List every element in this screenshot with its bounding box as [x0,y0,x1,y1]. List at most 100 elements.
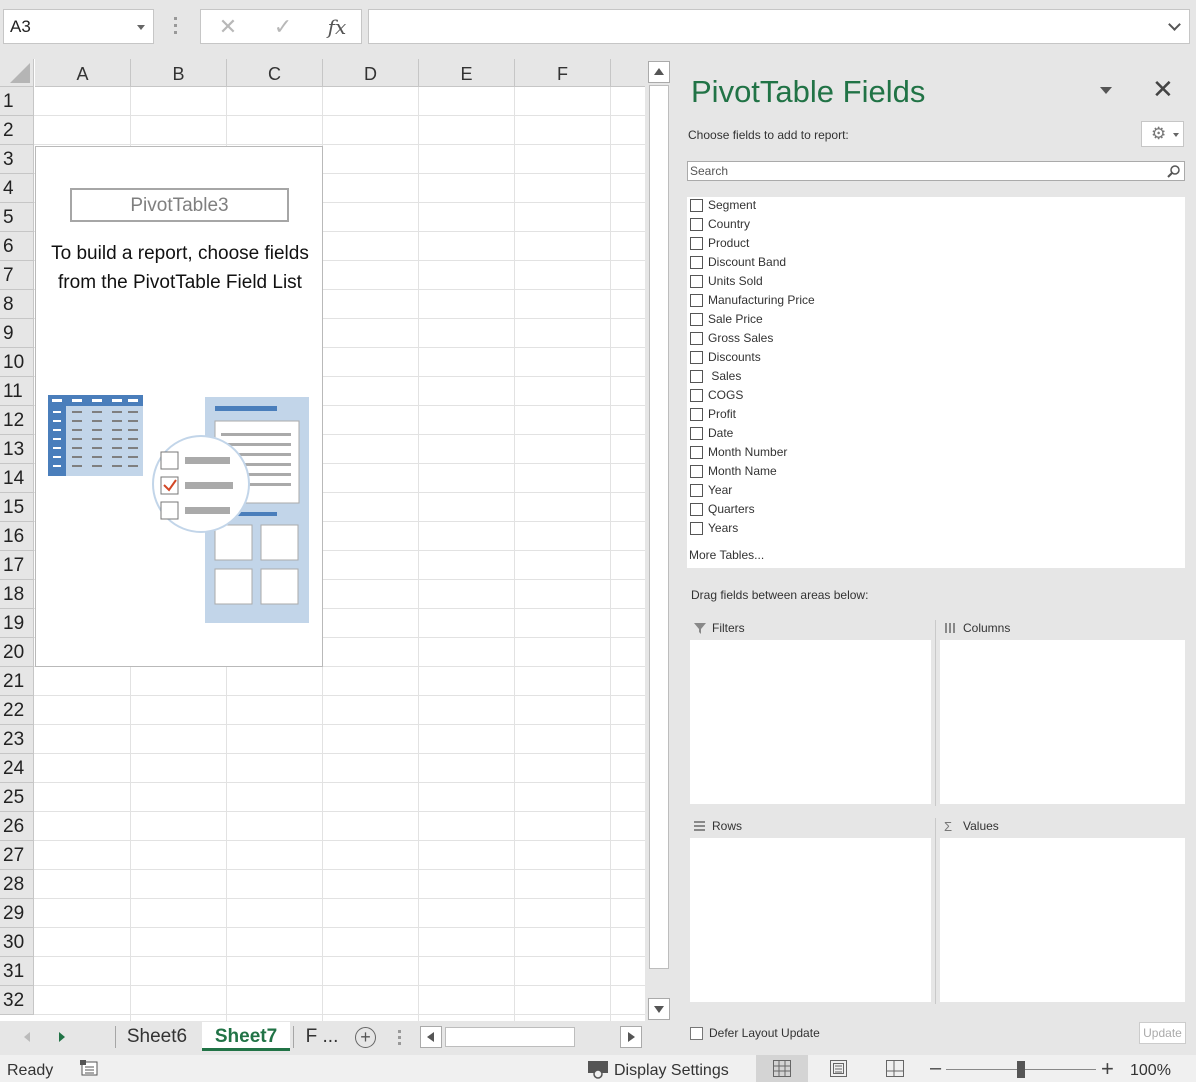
row-header[interactable]: 16 [0,522,34,551]
page-layout-view-button[interactable] [812,1055,864,1082]
row-header[interactable]: 12 [0,406,34,435]
field-checkbox[interactable] [690,427,703,440]
field-checkbox[interactable] [690,294,703,307]
field-checkbox[interactable] [690,218,703,231]
row-header[interactable]: 22 [0,696,34,725]
row-header[interactable]: 19 [0,609,34,638]
sheet-tab-active[interactable]: Sheet7 [202,1022,290,1051]
field-checkbox[interactable] [690,332,703,345]
display-settings-icon[interactable] [587,1059,609,1079]
column-header[interactable]: F [515,59,611,87]
search-input[interactable] [688,162,1158,180]
field-checkbox[interactable] [690,370,703,383]
zoom-level[interactable]: 100% [1130,1062,1171,1080]
row-header[interactable]: 10 [0,348,34,377]
prev-sheet-icon[interactable] [24,1032,30,1042]
zoom-out-icon[interactable]: – [930,1057,941,1080]
field-checkbox[interactable] [690,351,703,364]
select-all-corner[interactable] [0,59,34,87]
horizontal-scrollbar[interactable] [420,1026,644,1049]
row-header[interactable]: 25 [0,783,34,812]
scroll-right-button[interactable] [620,1026,642,1048]
row-header[interactable]: 23 [0,725,34,754]
horizontal-scroll-thumb[interactable] [445,1027,575,1047]
name-box-dropdown-icon[interactable] [137,25,145,30]
row-header[interactable]: 11 [0,377,34,406]
search-box[interactable] [687,161,1185,181]
values-drop-area[interactable] [940,838,1185,1002]
row-header[interactable]: 29 [0,899,34,928]
page-break-preview-button[interactable] [868,1055,920,1082]
sheet-tab[interactable]: Sheet6 [118,1022,196,1051]
row-header[interactable]: 6 [0,232,34,261]
row-header[interactable]: 28 [0,870,34,899]
search-icon[interactable] [1167,164,1181,178]
row-header[interactable]: 17 [0,551,34,580]
field-checkbox[interactable] [690,503,703,516]
field-checkbox[interactable] [690,256,703,269]
tab-split-handle[interactable] [398,1030,402,1048]
close-icon[interactable]: ✕ [1152,74,1174,105]
row-header[interactable]: 1 [0,87,34,116]
scroll-left-button[interactable] [420,1026,442,1048]
field-checkbox[interactable] [690,446,703,459]
field-checkbox[interactable] [690,237,703,250]
row-header[interactable]: 30 [0,928,34,957]
field-checkbox[interactable] [690,199,703,212]
row-header[interactable]: 27 [0,841,34,870]
column-header-partial[interactable] [611,59,645,87]
row-header[interactable]: 4 [0,174,34,203]
column-header[interactable]: A [35,59,131,87]
row-header[interactable]: 3 [0,145,34,174]
row-header[interactable]: 13 [0,435,34,464]
rows-drop-area[interactable] [690,838,931,1002]
normal-view-button[interactable] [756,1055,808,1082]
field-checkbox[interactable] [690,275,703,288]
row-header[interactable]: 9 [0,319,34,348]
field-checkbox[interactable] [690,313,703,326]
columns-drop-area[interactable] [940,640,1185,804]
row-header[interactable]: 31 [0,957,34,986]
next-sheet-icon[interactable] [59,1032,65,1042]
vertical-scroll-thumb[interactable] [649,85,669,969]
sheet-tab[interactable]: F ... [297,1022,347,1051]
row-header[interactable]: 14 [0,464,34,493]
row-header[interactable]: 21 [0,667,34,696]
zoom-slider-thumb[interactable] [1017,1061,1025,1078]
field-checkbox[interactable] [690,465,703,478]
row-header[interactable]: 32 [0,986,34,1015]
zoom-in-icon[interactable]: + [1101,1056,1114,1082]
row-header[interactable]: 5 [0,203,34,232]
pivot-table-placeholder[interactable]: PivotTable3 To build a report, choose fi… [35,146,323,667]
row-header[interactable]: 18 [0,580,34,609]
field-checkbox[interactable] [690,389,703,402]
row-header[interactable]: 2 [0,116,34,145]
macro-recording-icon[interactable] [80,1060,99,1077]
update-button[interactable]: Update [1139,1022,1186,1044]
column-header[interactable]: B [131,59,227,87]
defer-checkbox[interactable] [690,1027,703,1040]
filters-drop-area[interactable] [690,640,931,804]
more-tables-link[interactable]: More Tables... [689,548,764,562]
cancel-icon[interactable]: ✕ [213,14,243,40]
display-settings-label[interactable]: Display Settings [614,1062,729,1080]
enter-icon[interactable]: ✓ [268,14,298,40]
field-checkbox[interactable] [690,408,703,421]
insert-function-icon[interactable]: fx [322,14,352,40]
field-checkbox[interactable] [690,522,703,535]
row-header[interactable]: 15 [0,493,34,522]
row-header[interactable]: 24 [0,754,34,783]
scroll-up-button[interactable] [648,61,670,83]
row-header[interactable]: 26 [0,812,34,841]
pane-options-dropdown-icon[interactable] [1100,87,1112,94]
row-header[interactable]: 7 [0,261,34,290]
tools-button[interactable]: ⚙ [1141,121,1184,147]
add-sheet-icon[interactable]: + [355,1027,376,1048]
row-header[interactable]: 8 [0,290,34,319]
formula-input[interactable] [368,9,1190,44]
field-checkbox[interactable] [690,484,703,497]
name-box[interactable]: A3 [3,9,154,44]
expand-formula-bar-icon[interactable] [1168,18,1181,31]
vertical-scrollbar[interactable] [647,59,671,1022]
row-header[interactable]: 20 [0,638,34,667]
